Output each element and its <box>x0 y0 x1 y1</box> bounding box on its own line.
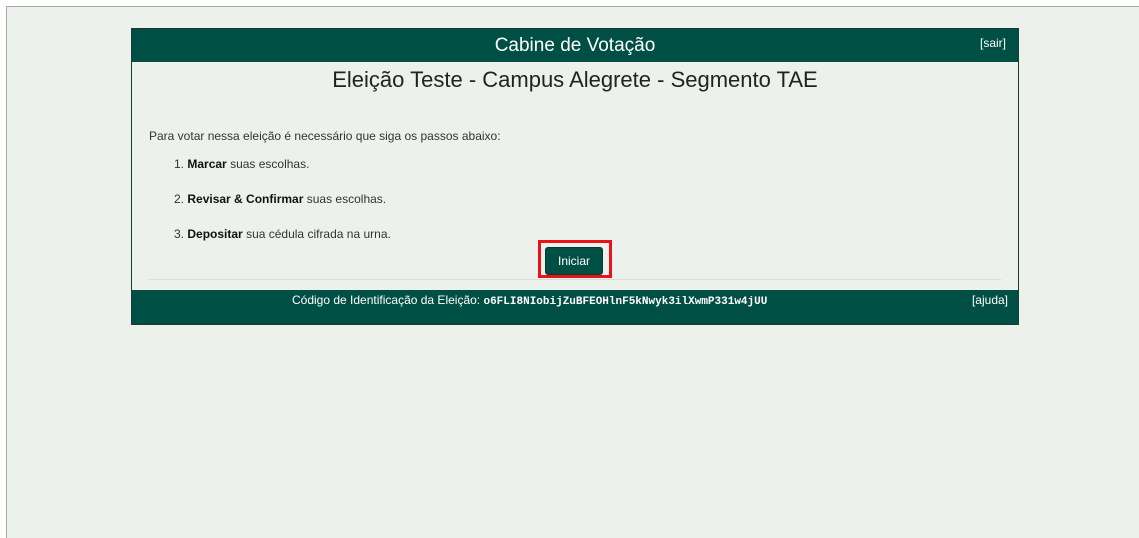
election-title: Eleição Teste - Campus Alegrete - Segmen… <box>332 67 818 92</box>
help-link[interactable]: [ajuda] <box>972 290 1008 310</box>
step-number: 1. <box>174 157 185 171</box>
step-action: Depositar <box>187 227 243 241</box>
step-text: suas escolhas. <box>306 192 387 206</box>
election-code-value: o6FLI8NIobijZuBFEOHlnF5kNwyk3ilXwmP331w4… <box>483 296 768 308</box>
start-button[interactable]: Iniciar <box>545 247 603 275</box>
header-bar: Cabine de Votação [sair] <box>132 29 1018 62</box>
steps-list: 1. Marcar suas escolhas. 2. Revisar & Co… <box>174 155 391 260</box>
voting-booth-panel: Cabine de Votação [sair] Eleição Teste -… <box>131 28 1019 325</box>
logout-link[interactable]: [sair] <box>980 36 1006 50</box>
step-text: sua cédula cifrada na urna. <box>246 227 391 241</box>
footer-bar: Código de Identificação da Eleição: o6FL… <box>132 290 1018 324</box>
step-number: 2. <box>174 192 185 206</box>
election-code-label: Código de Identificação da Eleição: <box>292 293 481 307</box>
browser-viewport: Cabine de Votação [sair] Eleição Teste -… <box>6 6 1139 538</box>
step-action: Revisar & Confirmar <box>187 192 304 206</box>
step-action: Marcar <box>187 157 227 171</box>
step-item-mark: 1. Marcar suas escolhas. <box>174 155 391 173</box>
divider <box>149 279 1001 280</box>
page-title: Cabine de Votação <box>494 35 656 56</box>
step-text: suas escolhas. <box>230 157 310 171</box>
step-number: 3. <box>174 227 185 241</box>
instructions-intro: Para votar nessa eleição é necessário qu… <box>149 129 501 143</box>
election-code-info: Código de Identificação da Eleição: o6FL… <box>292 290 767 312</box>
step-item-deposit: 3. Depositar sua cédula cifrada na urna. <box>174 225 391 243</box>
step-item-review: 2. Revisar & Confirmar suas escolhas. <box>174 190 391 208</box>
